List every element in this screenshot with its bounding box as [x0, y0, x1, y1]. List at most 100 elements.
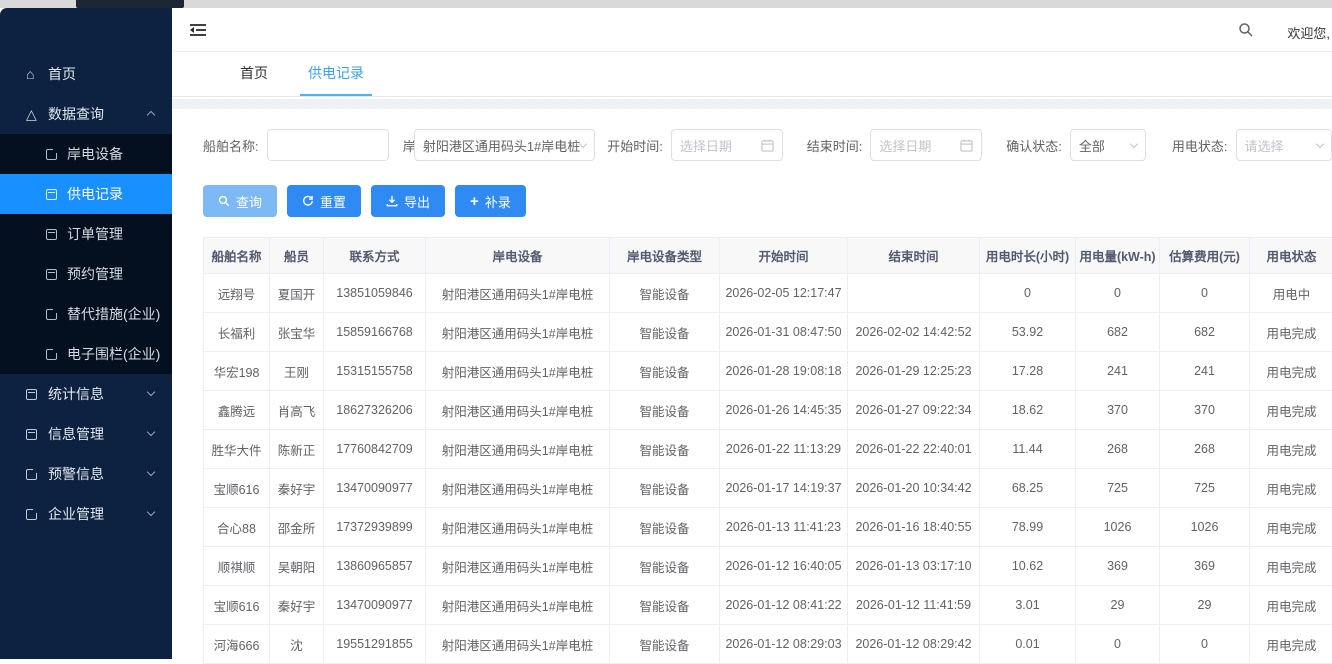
content-area: 船舶名称: 岸电设备: 射阳港区通用码头1#岸电桩 开始时间: 选择日期 结束时…	[172, 99, 1332, 659]
table-row: 胜华大件陈新正17760842709射阳港区通用码头1#岸电桩智能设备2026-…	[204, 430, 1332, 469]
search-icon[interactable]	[1238, 22, 1254, 43]
table-cell: 射阳港区通用码头1#岸电桩	[426, 586, 610, 625]
table-cell: 268	[1160, 430, 1250, 469]
chevron-down-icon	[579, 139, 587, 147]
power-status-label: 用电状态:	[1172, 136, 1228, 155]
sidebar-subitem-electronic-fence[interactable]: 电子围栏(企业)	[0, 334, 172, 374]
table-cell: 射阳港区通用码头1#岸电桩	[426, 352, 610, 391]
calendar-icon	[960, 139, 973, 152]
sidebar: ⌂ 首页 △ 数据查询 岸电设备 供电记录 订单管理 预约管理 替代措施(企业)	[0, 8, 172, 659]
end-date-input[interactable]: 选择日期	[870, 129, 982, 161]
table-row: 宝顺616秦好宇13470090977射阳港区通用码头1#岸电桩智能设备2026…	[204, 469, 1332, 508]
confirm-status-label: 确认状态:	[1006, 136, 1062, 155]
column-header: 岸电设备	[426, 238, 610, 274]
chevron-down-icon	[147, 468, 155, 476]
document-icon	[46, 149, 57, 160]
table-cell: 宝顺616	[204, 469, 270, 508]
table-cell	[848, 274, 980, 313]
table-cell: 19551291855	[324, 625, 426, 664]
chevron-up-icon	[147, 111, 155, 119]
table-cell: 河海666	[204, 625, 270, 664]
table-cell: 53.92	[980, 313, 1076, 352]
table-cell: 17372939899	[324, 508, 426, 547]
query-button[interactable]: 查询	[203, 185, 277, 217]
sidebar-group-warning-info[interactable]: 预警信息	[0, 454, 172, 494]
column-header: 估算费用(元)	[1160, 238, 1250, 274]
table-cell: 15859166768	[324, 313, 426, 352]
table-cell: 682	[1160, 313, 1250, 352]
column-header: 用电量(kW-h)	[1076, 238, 1160, 274]
end-time-label: 结束时间:	[807, 136, 863, 155]
tab-power-supply-records[interactable]: 供电记录	[300, 52, 372, 96]
shore-device-select[interactable]: 射阳港区通用码头1#岸电桩	[414, 129, 595, 161]
chevron-down-icon	[1316, 139, 1324, 147]
warning-triangle-icon: △	[26, 106, 48, 123]
export-button[interactable]: 导出	[371, 185, 445, 217]
reset-button[interactable]: 重置	[287, 185, 361, 217]
sidebar-subitem-shore-power-device[interactable]: 岸电设备	[0, 134, 172, 174]
column-header: 用电时长(小时)	[980, 238, 1076, 274]
table-cell: 29	[1160, 586, 1250, 625]
table-cell: 宝顺616	[204, 586, 270, 625]
table-cell: 2026-01-16 18:40:55	[848, 508, 980, 547]
sidebar-subitem-alternative-measures[interactable]: 替代措施(企业)	[0, 294, 172, 334]
menu-fold-icon[interactable]	[188, 20, 208, 45]
table-cell: 3.01	[980, 586, 1076, 625]
start-time-label: 开始时间:	[607, 136, 663, 155]
table-cell: 0	[980, 274, 1076, 313]
table-cell: 2026-01-26 14:45:35	[720, 391, 848, 430]
chevron-down-icon	[147, 508, 155, 516]
sidebar-group-data-query[interactable]: △ 数据查询	[0, 94, 172, 134]
main-area: 欢迎您, 首页 供电记录 船舶名称: 岸电设备: 射阳港区通用码头1#岸电桩 开…	[172, 8, 1332, 659]
table-cell: 18.62	[980, 391, 1076, 430]
table-cell: 68.25	[980, 469, 1076, 508]
sidebar-group-information-management[interactable]: 信息管理	[0, 414, 172, 454]
table-cell: 射阳港区通用码头1#岸电桩	[426, 274, 610, 313]
table-row: 宝顺616秦好宇13470090977射阳港区通用码头1#岸电桩智能设备2026…	[204, 586, 1332, 625]
download-icon	[386, 195, 398, 207]
sidebar-item-home[interactable]: ⌂ 首页	[0, 54, 172, 94]
table-cell: 29	[1076, 586, 1160, 625]
table-cell: 鑫腾远	[204, 391, 270, 430]
supplement-button[interactable]: + 补录	[455, 185, 526, 217]
table-cell: 15315155758	[324, 352, 426, 391]
tab-home[interactable]: 首页	[232, 52, 276, 96]
document-icon	[26, 509, 37, 520]
table-row: 合心88邵金所17372939899射阳港区通用码头1#岸电桩智能设备2026-…	[204, 508, 1332, 547]
start-date-input[interactable]: 选择日期	[671, 129, 783, 161]
plus-icon: +	[470, 194, 479, 209]
table-cell: 沈	[270, 625, 324, 664]
table-cell: 241	[1160, 352, 1250, 391]
search-icon	[218, 195, 230, 207]
ship-name-input[interactable]	[267, 129, 389, 161]
calendar-icon	[46, 229, 57, 240]
sidebar-subitem-reservation-management[interactable]: 预约管理	[0, 254, 172, 294]
table-cell: 2026-01-31 08:47:50	[720, 313, 848, 352]
table-cell: 13860965857	[324, 547, 426, 586]
sidebar-subitem-order-management[interactable]: 订单管理	[0, 214, 172, 254]
table-cell: 顺祺顺	[204, 547, 270, 586]
table-cell: 用电完成	[1250, 430, 1332, 469]
table-cell: 0	[1160, 625, 1250, 664]
calendar-icon	[46, 269, 57, 280]
table-cell: 682	[1076, 313, 1160, 352]
table-cell: 2026-01-22 22:40:01	[848, 430, 980, 469]
sidebar-group-statistics[interactable]: 统计信息	[0, 374, 172, 414]
tab-bar: 首页 供电记录	[172, 52, 1332, 97]
table-cell: 2026-02-05 12:17:47	[720, 274, 848, 313]
confirm-status-select[interactable]: 全部	[1070, 129, 1146, 161]
table-cell: 射阳港区通用码头1#岸电桩	[426, 313, 610, 352]
power-status-select[interactable]: 请选择	[1236, 129, 1332, 161]
sidebar-group-enterprise-management[interactable]: 企业管理	[0, 494, 172, 534]
table-cell: 用电完成	[1250, 508, 1332, 547]
table-cell: 秦好宇	[270, 586, 324, 625]
table-cell: 王刚	[270, 352, 324, 391]
calendar-icon	[26, 429, 37, 440]
table-cell: 用电中	[1250, 274, 1332, 313]
device-label: 岸电设备:	[403, 136, 414, 155]
table-cell: 射阳港区通用码头1#岸电桩	[426, 625, 610, 664]
table-cell: 智能设备	[610, 274, 720, 313]
table-cell: 725	[1160, 469, 1250, 508]
sidebar-subitem-power-supply-records[interactable]: 供电记录	[0, 174, 172, 214]
table-cell: 智能设备	[610, 586, 720, 625]
